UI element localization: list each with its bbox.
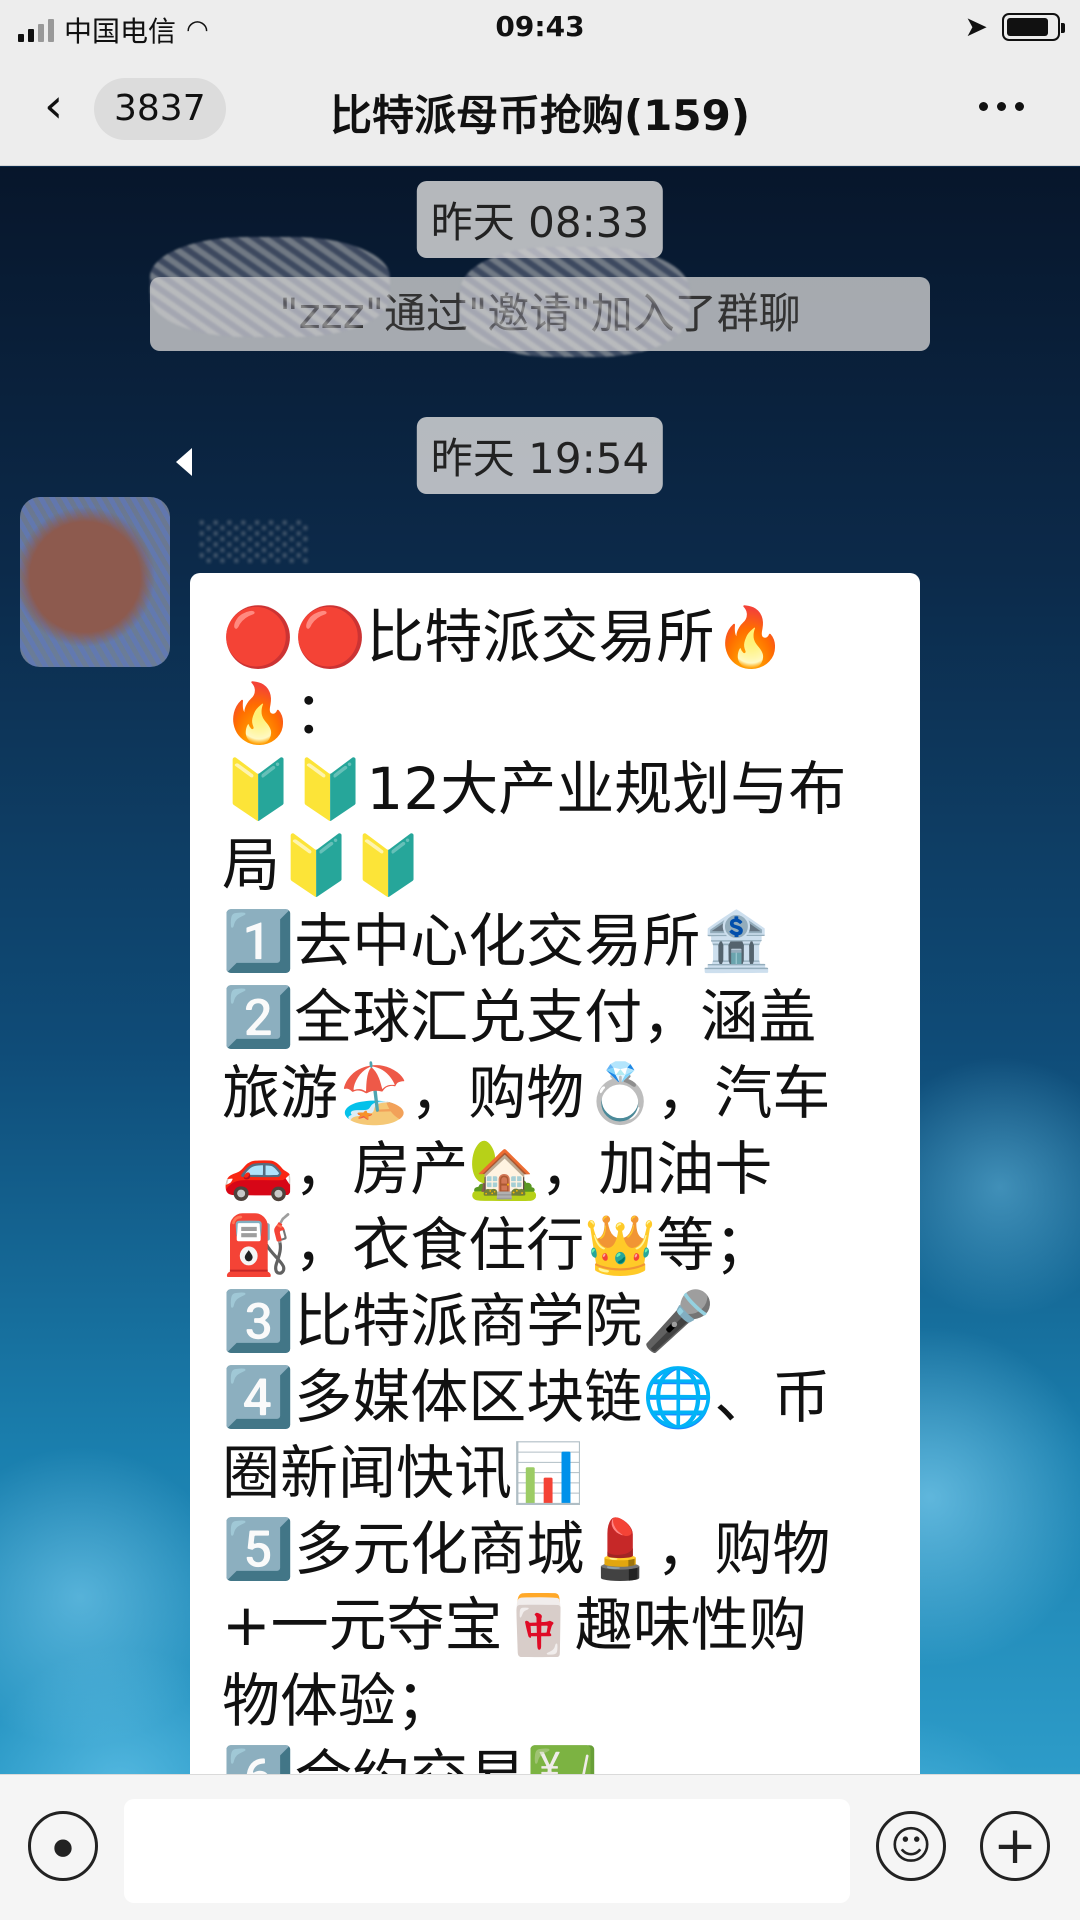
- more-icon[interactable]: [979, 102, 1024, 111]
- message-input[interactable]: [124, 1799, 850, 1903]
- message-line: 圈新闻快讯📊: [222, 1439, 585, 1507]
- redaction-scribble: [150, 237, 390, 337]
- message-bubble[interactable]: 🔴🔴比特派交易所🔥 🔥： 🔰🔰12大产业规划与布 局🔰🔰 1️⃣去中心化交易所🏦…: [190, 573, 920, 1813]
- redaction-scribble: [460, 247, 690, 357]
- timestamp-2: 昨天 19:54: [416, 417, 664, 494]
- message-line: 2️⃣全球汇兑支付，涵盖: [222, 983, 817, 1051]
- message-line: 🔴🔴比特派交易所🔥: [222, 603, 787, 671]
- message-line: +一元夺宝🀄趣味性购: [222, 1591, 807, 1659]
- message-line: 物体验；: [222, 1667, 455, 1735]
- message-line: 🔰🔰12大产业规划与布: [222, 755, 847, 823]
- status-time: 09:43: [495, 10, 585, 43]
- emoji-icon[interactable]: ☺: [876, 1811, 946, 1881]
- message-line: 🔥：: [222, 679, 353, 747]
- location-arrow-icon: ➤: [964, 10, 988, 43]
- message-line: 🚗，房产🏡，加油卡: [222, 1135, 773, 1203]
- avatar[interactable]: [20, 497, 170, 667]
- status-bar: 中国电信 ◠ 09:43 ➤: [0, 0, 1080, 52]
- message-line: 1️⃣去中心化交易所🏦: [222, 907, 773, 975]
- status-right: ➤: [964, 10, 1065, 43]
- battery-fill: [1007, 17, 1048, 36]
- nav-bar: ‹ 3837 比特派母币抢购(159): [0, 52, 1080, 166]
- message-line: 4️⃣多媒体区块链🌐、币: [222, 1363, 831, 1431]
- plus-icon[interactable]: +: [980, 1811, 1050, 1881]
- chat-title: 比特派母币抢购(159): [329, 91, 751, 140]
- bubble-tail: [176, 448, 192, 476]
- message-line: 局🔰🔰: [222, 831, 425, 899]
- sender-name-redacted: ░░░░: [200, 522, 311, 563]
- message-line: 5️⃣多元化商城💄，购物: [222, 1515, 831, 1583]
- message-line: 旅游🏖️，购物💍，汽车: [222, 1059, 831, 1127]
- input-bar: ⦁ ☺ +: [0, 1774, 1080, 1920]
- voice-icon[interactable]: ⦁: [28, 1811, 98, 1881]
- message-line: ⛽，衣食住行👑等；: [222, 1211, 773, 1279]
- battery-icon: [1002, 12, 1065, 41]
- message-line: 3️⃣比特派商学院🎤: [222, 1287, 715, 1355]
